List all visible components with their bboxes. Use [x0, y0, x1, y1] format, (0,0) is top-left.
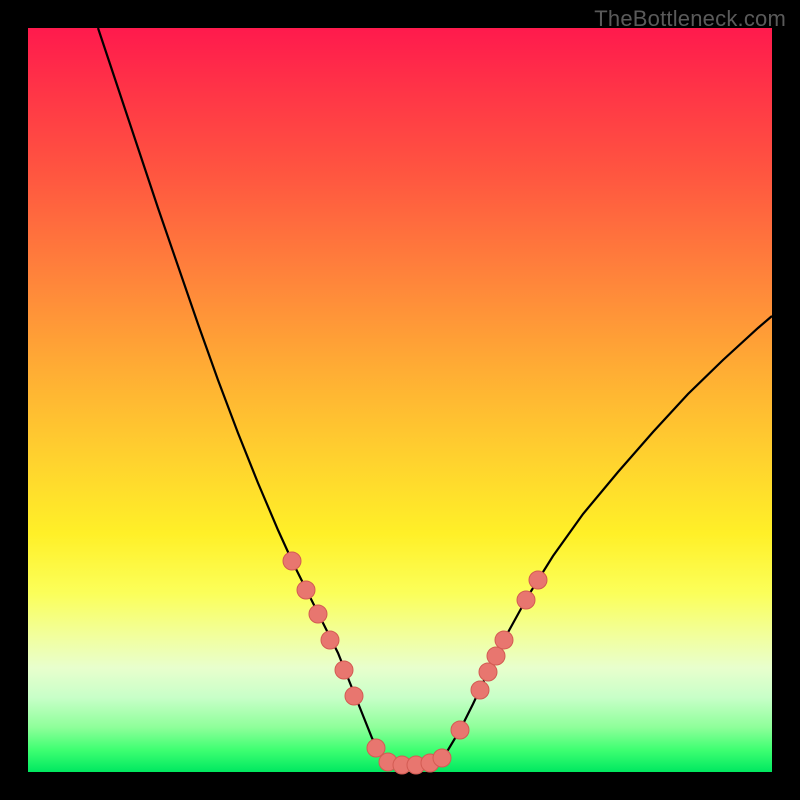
highlight-dot [433, 749, 451, 767]
highlight-dot [321, 631, 339, 649]
highlight-dot [335, 661, 353, 679]
highlight-dot [471, 681, 489, 699]
chart-overlay [28, 28, 772, 772]
highlight-dot [309, 605, 327, 623]
highlight-dot [367, 739, 385, 757]
highlight-dot [283, 552, 301, 570]
highlight-dot [495, 631, 513, 649]
highlight-dot [297, 581, 315, 599]
bottleneck-curve-right [438, 316, 772, 762]
highlight-dot [479, 663, 497, 681]
highlight-dot [517, 591, 535, 609]
bottleneck-curve-left [98, 28, 388, 762]
highlight-dot [451, 721, 469, 739]
highlight-dot [487, 647, 505, 665]
highlight-dot [529, 571, 547, 589]
highlight-dots-group [283, 552, 547, 774]
highlight-dot [345, 687, 363, 705]
